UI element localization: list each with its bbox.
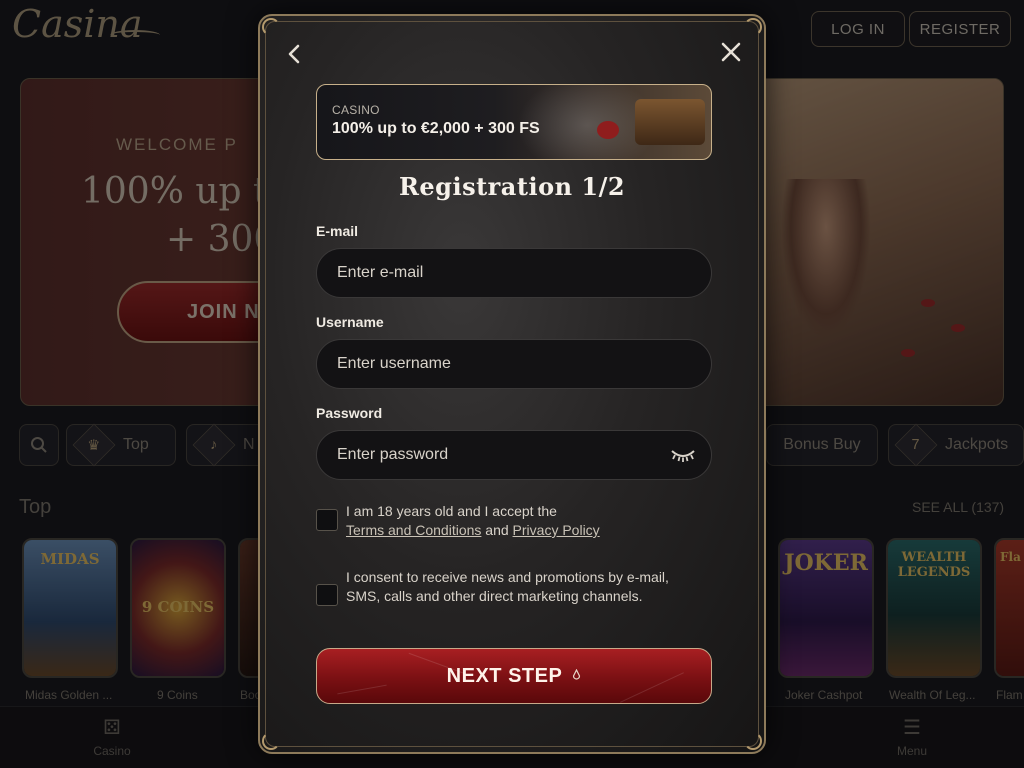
promo-category-label: CASINO [332,103,380,117]
corner-ornament [744,18,762,36]
texture-decoration [620,672,684,703]
corner-ornament [262,18,280,36]
email-label: E-mail [316,223,359,239]
next-step-label: NEXT STEP [446,664,563,687]
password-label: Password [316,405,383,421]
privacy-policy-link[interactable]: Privacy Policy [513,522,600,538]
chevron-left-icon [288,44,300,64]
drop-icon [573,669,581,680]
age-terms-checkbox[interactable] [316,509,338,531]
rose-decoration [597,121,619,139]
next-step-button[interactable]: NEXT STEP [316,648,712,704]
close-icon [721,42,741,62]
promo-offer-text: 100% up to €2,000 + 300 FS [332,120,540,137]
registration-title: Registration 1/2 [398,172,626,201]
marketing-consent-checkbox[interactable] [316,584,338,606]
registration-modal: CASINO 100% up to €2,000 + 300 FS Regist… [258,14,766,754]
username-field[interactable] [316,339,712,389]
promo-banner: CASINO 100% up to €2,000 + 300 FS [316,84,712,160]
username-label: Username [316,314,384,330]
corner-ornament [744,732,762,750]
email-field[interactable] [316,248,712,298]
back-button[interactable] [282,40,306,68]
texture-decoration [337,684,387,695]
and-text: and [485,522,509,538]
corner-ornament [262,732,280,750]
treasure-chest-image [635,99,705,145]
close-button[interactable] [716,38,746,68]
password-field[interactable] [316,430,712,480]
eye-closed-icon [671,450,695,462]
texture-decoration [408,652,466,675]
toggle-password-visibility-button[interactable] [670,446,696,464]
age-terms-text: I am 18 years old and I accept the Terms… [346,502,696,540]
terms-link[interactable]: Terms and Conditions [346,522,481,538]
marketing-consent-text: I consent to receive news and promotions… [346,569,669,604]
age-terms-label: I am 18 years old and I accept the [346,503,557,519]
